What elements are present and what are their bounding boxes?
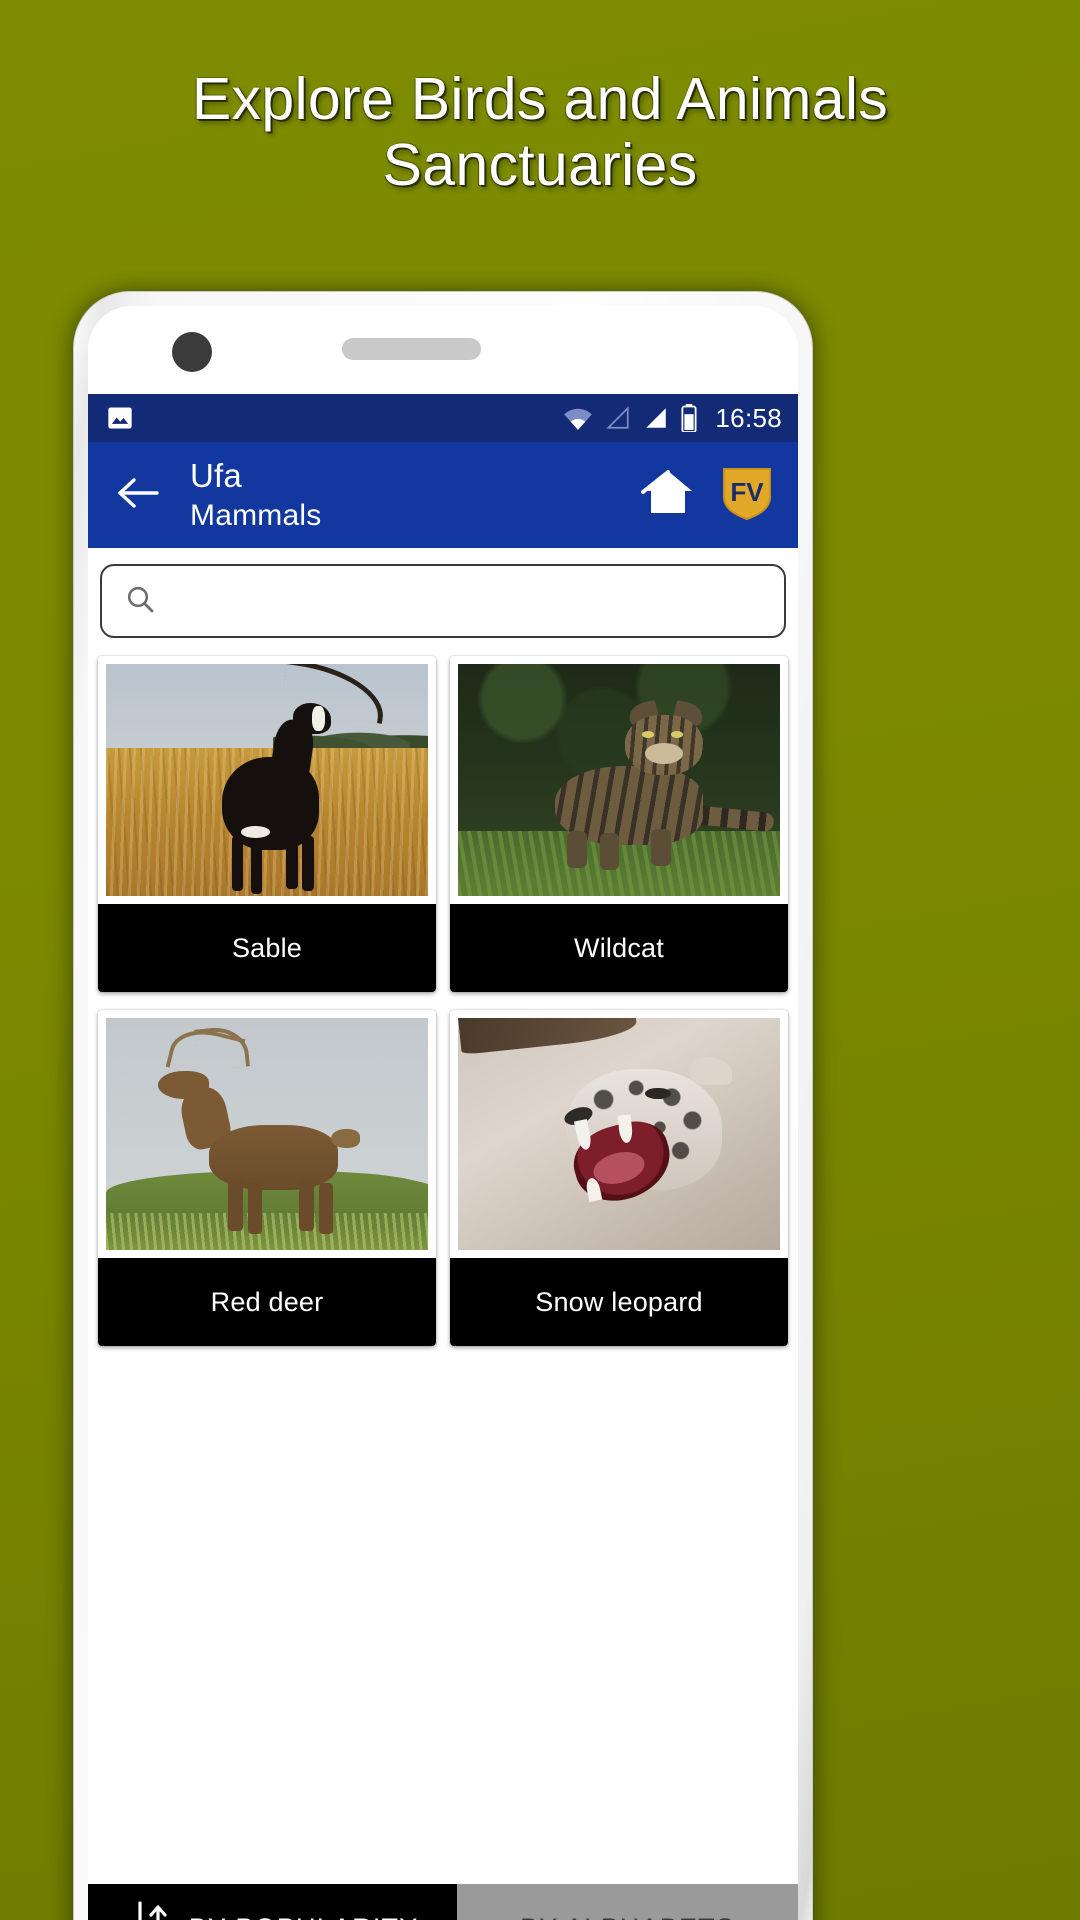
animal-name: Sable xyxy=(231,932,303,963)
home-button[interactable] xyxy=(640,467,696,524)
red-deer-scene xyxy=(106,1018,428,1250)
sort-arrows-icon xyxy=(127,1899,171,1920)
headline-line-2: Sanctuaries xyxy=(382,132,698,199)
wifi-icon xyxy=(563,405,593,431)
app-toolbar: Ufa Mammals FV xyxy=(88,442,798,548)
image-icon xyxy=(106,404,134,432)
status-bar-left xyxy=(106,404,134,432)
status-bar: 16:58 xyxy=(88,394,798,442)
animal-card-red-deer[interactable]: Red deer xyxy=(98,1010,436,1346)
animal-name: Red deer xyxy=(210,1286,324,1317)
search-input[interactable] xyxy=(174,585,762,617)
sort-tab-alphabets[interactable]: BY ALPHABETS xyxy=(457,1884,798,1920)
animal-name: Wildcat xyxy=(574,932,664,963)
toolbar-actions: FV xyxy=(640,465,780,526)
headline-line-1: Explore Birds and Animals xyxy=(191,66,889,132)
promo-headline: Explore Birds and Animals Sanctuaries xyxy=(0,66,1080,198)
page-title: Ufa xyxy=(190,456,242,494)
animal-card-wildcat[interactable]: Wildcat xyxy=(450,656,788,992)
animal-name: Snow leopard xyxy=(535,1286,703,1317)
card-caption: Red deer xyxy=(98,1258,436,1346)
animal-card-snow-leopard[interactable]: Snow leopard xyxy=(450,1010,788,1346)
phone-mockup: 16:58 Ufa Mammals FV Sable Wildcat Red d… xyxy=(74,292,812,1920)
sable-scene xyxy=(106,664,428,896)
home-icon xyxy=(640,469,696,523)
brand-badge-button[interactable]: FV xyxy=(720,465,774,526)
phone-top-area xyxy=(88,306,798,394)
page-subtitle: Mammals xyxy=(190,498,322,532)
sort-popularity-label: BY POPULARITY xyxy=(189,1913,419,1920)
signal-full-icon xyxy=(643,405,669,431)
card-caption: Snow leopard xyxy=(450,1258,788,1346)
snow-leopard-scene xyxy=(458,1018,780,1250)
red-deer-photo xyxy=(106,1018,428,1250)
back-button[interactable] xyxy=(108,465,168,525)
sort-bar: BY POPULARITY BY ALPHABETS xyxy=(88,1884,798,1920)
search-icon xyxy=(124,583,156,620)
sort-tab-popularity[interactable]: BY POPULARITY xyxy=(88,1884,458,1920)
wildcat-photo xyxy=(458,664,780,896)
search-box[interactable] xyxy=(100,564,786,638)
wildcat-scene xyxy=(458,664,780,896)
speaker-grille xyxy=(342,338,481,360)
shield-badge-icon: FV xyxy=(720,467,774,525)
svg-text:FV: FV xyxy=(730,477,764,507)
back-arrow-icon xyxy=(115,475,161,516)
snow-leopard-photo xyxy=(458,1018,780,1250)
animal-card-sable[interactable]: Sable xyxy=(98,656,436,992)
sable-photo xyxy=(106,664,428,896)
signal-empty-icon xyxy=(605,405,631,431)
card-caption: Sable xyxy=(98,904,436,992)
status-bar-clock: 16:58 xyxy=(715,402,782,433)
toolbar-titles: Ufa Mammals xyxy=(190,456,322,533)
battery-icon xyxy=(681,404,697,432)
phone-screen: 16:58 Ufa Mammals FV Sable Wildcat Red d… xyxy=(88,306,798,1920)
card-caption: Wildcat xyxy=(450,904,788,992)
sort-alphabets-label: BY ALPHABETS xyxy=(520,1913,735,1920)
search-section xyxy=(88,548,798,648)
front-camera-icon xyxy=(172,332,212,372)
status-bar-right: 16:58 xyxy=(563,403,782,434)
animal-grid: Sable Wildcat Red deer Snow leopard xyxy=(88,648,798,1346)
